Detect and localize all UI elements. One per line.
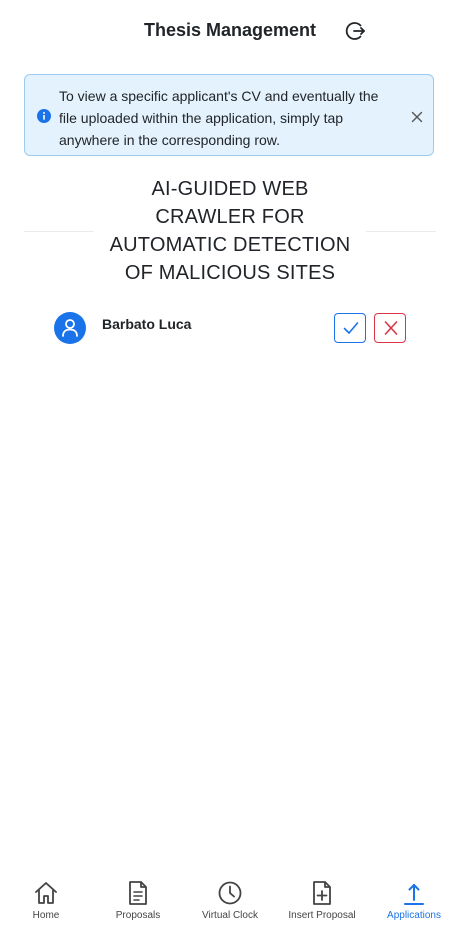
nav-label-applications: Applications: [387, 910, 441, 921]
user-icon: [62, 319, 78, 337]
application-row[interactable]: Barbato Luca: [40, 306, 420, 350]
alert-close-button[interactable]: [411, 110, 423, 123]
page-title: Thesis Management: [143, 20, 317, 40]
divider-left: [24, 231, 94, 232]
document-icon: [129, 881, 147, 905]
clock-icon: [218, 881, 242, 905]
info-alert: To view a specific applicant's CV and ev…: [24, 74, 434, 156]
nav-label-insert-proposal: Insert Proposal: [288, 910, 356, 921]
nav-item-home[interactable]: Home: [0, 870, 92, 926]
student-name: Barbato Luca: [102, 316, 192, 332]
nav-item-insert-proposal[interactable]: Insert Proposal: [276, 870, 368, 926]
nav-item-proposals[interactable]: Proposals: [92, 870, 184, 926]
divider-right: [366, 231, 436, 232]
accept-button[interactable]: [334, 313, 366, 343]
logout-icon: [345, 22, 365, 40]
nav-label-virtual-clock: Virtual Clock: [202, 910, 258, 921]
logout-button[interactable]: [345, 20, 367, 42]
x-icon: [384, 321, 398, 335]
avatar: [54, 312, 86, 344]
app-header: Thesis Management: [0, 0, 460, 62]
home-icon: [35, 882, 57, 904]
nav-label-proposals: Proposals: [115, 910, 161, 921]
proposal-title: AI-GUIDED WEB CRAWLER FOR AUTOMATIC DETE…: [109, 178, 351, 284]
nav-item-applications[interactable]: Applications: [368, 870, 460, 926]
nav-label-home: Home: [32, 910, 60, 921]
nav-item-virtual-clock[interactable]: Virtual Clock: [184, 870, 276, 926]
info-icon: [37, 109, 51, 123]
bottom-navigation: Home Proposals Virtual Clock Insert Prop…: [0, 870, 460, 926]
reject-button[interactable]: [374, 313, 406, 343]
file-plus-icon: [313, 881, 331, 905]
alert-message: To view a specific applicant's CV and ev…: [59, 88, 379, 148]
upload-arrow-icon: [404, 884, 424, 905]
check-icon: [343, 322, 359, 334]
close-icon: [411, 111, 423, 123]
